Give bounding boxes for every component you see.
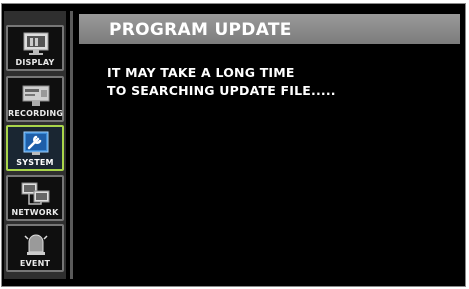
sidebar-item-event[interactable]: EVENT xyxy=(6,224,64,272)
sidebar-item-label: DISPLAY xyxy=(15,58,55,67)
network-icon xyxy=(21,182,50,205)
sidebar-item-display[interactable]: DISPLAY xyxy=(6,25,64,71)
sidebar-item-network[interactable]: NETWORK xyxy=(6,175,64,221)
sidebar-item-recording[interactable]: RECORDING xyxy=(6,76,64,122)
sidebar-item-system[interactable]: SYSTEM xyxy=(6,125,64,171)
sidebar-item-label: NETWORK xyxy=(11,208,59,217)
wrench-icon xyxy=(23,131,49,155)
sidebar-item-label: EVENT xyxy=(19,259,51,268)
message-line-1: IT MAY TAKE A LONG TIME xyxy=(107,65,295,80)
monitor-icon xyxy=(23,32,49,55)
sidebar-divider xyxy=(70,11,73,279)
message-line-2: TO SEARCHING UPDATE FILE..... xyxy=(107,83,336,98)
sidebar-item-label: SYSTEM xyxy=(16,158,54,167)
page-header: PROGRAM UPDATE xyxy=(79,14,460,44)
camera-icon xyxy=(22,85,50,106)
sidebar-item-label: RECORDING xyxy=(8,109,64,118)
page-title: PROGRAM UPDATE xyxy=(109,20,292,40)
alarm-icon xyxy=(24,234,48,255)
main-panel: IT MAY TAKE A LONG TIME TO SEARCHING UPD… xyxy=(79,46,460,278)
